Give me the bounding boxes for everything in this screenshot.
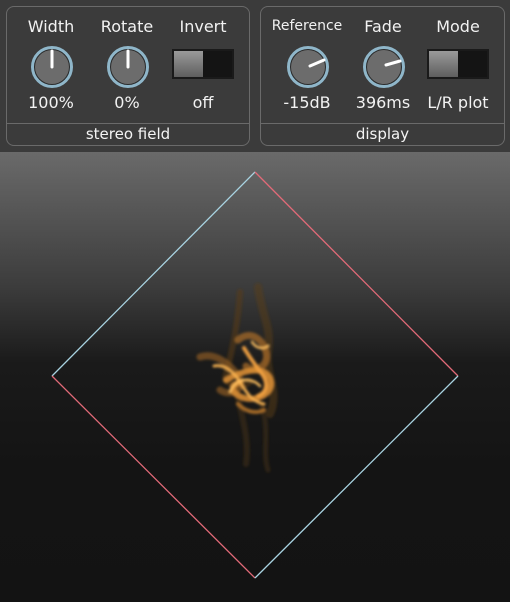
fade-knob[interactable] [361,44,407,90]
toggle-thumb [174,51,205,77]
reference-value: -15dB [283,93,331,112]
width-knob[interactable] [29,44,75,90]
group-divider [261,123,504,124]
toggle-track [458,51,487,77]
scope-plot [51,171,459,579]
controls-panel: Width 100% Rotate 0% Invert off stereo f… [0,0,510,152]
display-group: Reference -15dB Fade 396ms Mode L/R plot… [260,6,505,146]
stereo-field-group: Width 100% Rotate 0% Invert off stereo f… [6,6,250,146]
width-label: Width [27,17,75,36]
toggle-track [203,51,232,77]
reference-knob[interactable] [285,44,331,90]
fade-label: Fade [364,17,402,36]
mode-toggle[interactable] [427,49,489,79]
fade-value: 396ms [355,93,411,112]
signal-trace [196,283,278,473]
scope-edge-left-top [51,171,256,377]
stereo-scope [0,152,510,602]
rotate-knob[interactable] [105,44,151,90]
scope-edge-right-bottom [254,375,459,579]
toggle-thumb [429,51,460,77]
invert-toggle[interactable] [172,49,234,79]
width-value: 100% [28,93,74,112]
invert-label: Invert [179,17,227,36]
rotate-label: Rotate [100,17,154,36]
display-title: display [355,125,410,143]
invert-value: off [192,93,214,112]
scope-edge-right-top [254,171,459,377]
mode-label: Mode [436,17,480,36]
group-divider [7,123,249,124]
stereo-field-title: stereo field [85,125,171,143]
mode-value: L/R plot [427,93,489,112]
scope-edge-left-bottom [51,375,256,579]
reference-label: Reference [271,18,343,34]
rotate-value: 0% [114,93,140,112]
